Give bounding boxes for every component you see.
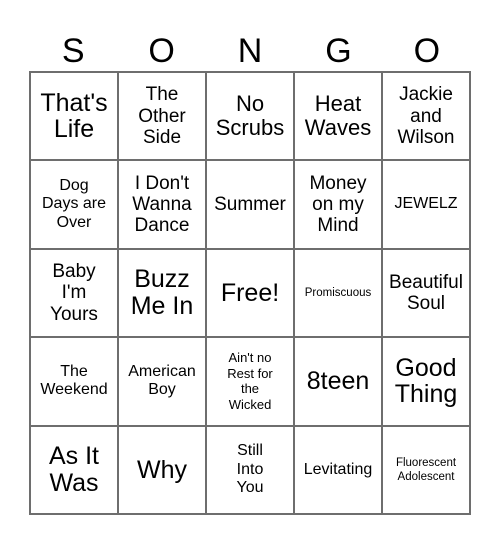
- bingo-cell[interactable]: Money on my Mind: [295, 161, 383, 250]
- bingo-card: S O N G O That's Life The Other Side No Scrubs…: [0, 0, 500, 544]
- bingo-cell[interactable]: Heat Waves: [295, 73, 383, 162]
- bingo-cell-label: Why: [137, 455, 187, 484]
- bingo-cell[interactable]: The Weekend: [31, 338, 119, 427]
- bingo-cell[interactable]: Still Into You: [207, 426, 295, 515]
- header-letter-1: S: [61, 32, 85, 70]
- bingo-cell-label: Jackie and Wilson: [397, 84, 455, 148]
- bingo-header: S O N G O: [29, 16, 471, 70]
- bingo-cell[interactable]: Baby I'm Yours: [31, 249, 119, 339]
- bingo-cell-label: Money on my Mind: [309, 172, 367, 237]
- bingo-cell-label: American Boy: [128, 362, 196, 399]
- bingo-cell[interactable]: Good Thing: [383, 338, 471, 427]
- bingo-cell-label: Free!: [220, 278, 280, 307]
- bingo-cell[interactable]: Dog Days are Over: [31, 161, 119, 250]
- bingo-cell[interactable]: The Other Side: [119, 73, 207, 162]
- bingo-cell-label: Heat Waves: [304, 91, 372, 141]
- bingo-cell[interactable]: Jackie and Wilson: [383, 73, 471, 162]
- bingo-cell-label: Good Thing: [394, 353, 458, 409]
- bingo-cell-label: As It Was: [48, 442, 99, 497]
- bingo-cell[interactable]: That's Life: [31, 73, 119, 162]
- bingo-cell-label: Buzz Me In: [130, 265, 194, 320]
- bingo-cell-label: The Weekend: [40, 362, 108, 399]
- bingo-cell[interactable]: Buzz Me In: [119, 249, 207, 339]
- bingo-cell-label: Levitating: [303, 460, 373, 478]
- bingo-cell-label: No Scrubs: [215, 91, 285, 141]
- bingo-cell[interactable]: JEWELZ: [383, 161, 471, 250]
- bingo-cell[interactable]: Summer: [207, 161, 295, 250]
- header-letter-3: N: [237, 32, 263, 70]
- header-letter-5: O: [413, 32, 441, 70]
- bingo-cell-label: That's Life: [40, 88, 108, 144]
- header-letter-2: O: [148, 32, 175, 70]
- bingo-cell[interactable]: Ain't no Rest for the Wicked: [207, 338, 295, 427]
- bingo-cell-label: Fluorescent Adolescent: [395, 456, 457, 483]
- bingo-cell[interactable]: As It Was: [31, 426, 119, 515]
- bingo-cell[interactable]: No Scrubs: [207, 73, 295, 162]
- bingo-cell[interactable]: Fluorescent Adolescent: [383, 426, 471, 515]
- bingo-cell[interactable]: Why: [119, 426, 207, 515]
- bingo-cell[interactable]: Beautiful Soul: [383, 249, 471, 339]
- bingo-cell[interactable]: American Boy: [119, 338, 207, 427]
- bingo-cell-label: Still Into You: [236, 441, 264, 497]
- bingo-cell[interactable]: 8teen: [295, 338, 383, 427]
- bingo-cell-label: Ain't no Rest for the Wicked: [227, 350, 273, 412]
- bingo-cell[interactable]: Promiscuous: [295, 249, 383, 339]
- bingo-cell-label: The Other Side: [138, 84, 186, 148]
- bingo-cell-label: I Don't Wanna Dance: [132, 172, 192, 237]
- bingo-cell-label: Summer: [214, 193, 286, 215]
- bingo-cell[interactable]: Levitating: [295, 426, 383, 515]
- bingo-cell-label: Beautiful Soul: [389, 271, 463, 314]
- bingo-cell-label: Dog Days are Over: [41, 176, 107, 231]
- bingo-cell-label: Baby I'm Yours: [50, 261, 98, 325]
- bingo-cell-label: 8teen: [306, 367, 370, 396]
- bingo-cell[interactable]: Free!: [207, 249, 295, 339]
- bingo-cell-label: JEWELZ: [394, 195, 458, 213]
- bingo-grid: That's Life The Other Side No Scrubs Heat Waves J…: [29, 71, 471, 515]
- bingo-cell[interactable]: I Don't Wanna Dance: [119, 161, 207, 250]
- header-letter-4: G: [325, 32, 352, 70]
- bingo-cell-label: Promiscuous: [304, 286, 372, 299]
